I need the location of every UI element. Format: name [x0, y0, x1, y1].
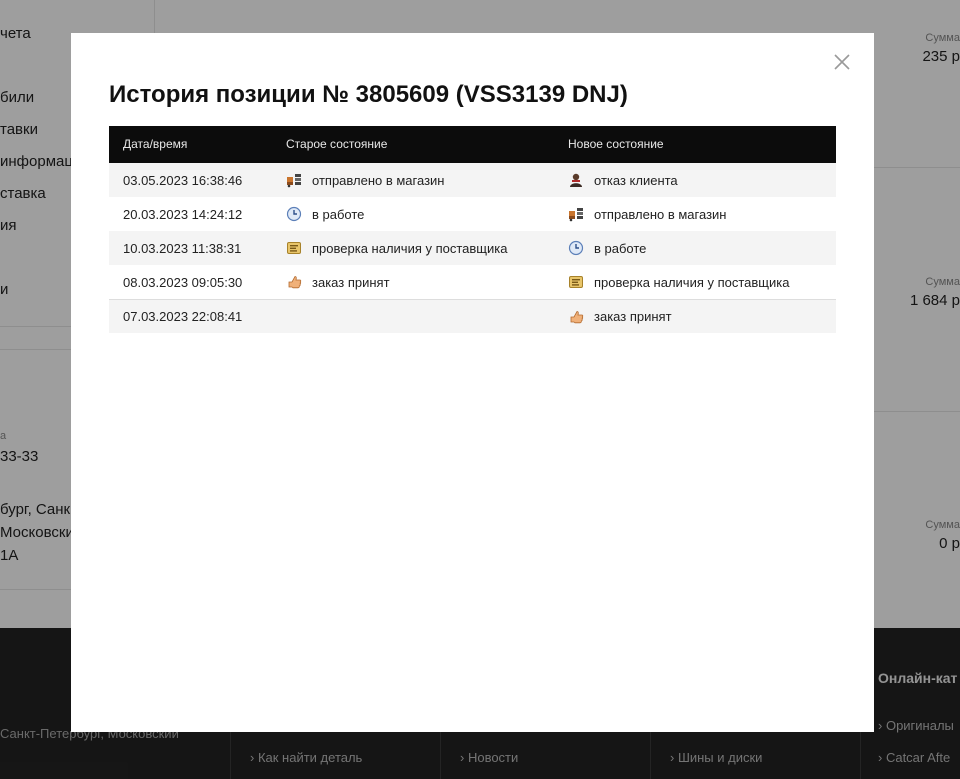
shipped-icon: [286, 172, 302, 188]
supplier-check-icon: [286, 240, 302, 256]
order-accepted-icon: [568, 309, 584, 325]
state-label: заказ принят: [312, 274, 390, 290]
table-header: Дата/время Старое состояние Новое состоя…: [109, 126, 836, 163]
datetime-cell: 10.03.2023 11:38:31: [123, 240, 242, 256]
new-state-cell: заказ принят: [568, 300, 672, 333]
modal-title: История позиции № 3805609 (VSS3139 DNJ): [109, 81, 628, 108]
close-button[interactable]: [831, 51, 853, 73]
clock-icon: [568, 240, 584, 256]
new-state-cell: отказ клиента: [568, 163, 678, 197]
table-row: 07.03.2023 22:08:41 заказ принят: [109, 299, 836, 333]
column-header-datetime: Дата/время: [123, 137, 188, 151]
shipped-icon: [568, 206, 584, 222]
column-header-old-state: Старое состояние: [286, 137, 388, 151]
table-row: 20.03.2023 14:24:12 в работе отправлено …: [109, 197, 836, 231]
old-state-cell: в работе: [286, 197, 364, 231]
state-label: проверка наличия у поставщика: [594, 274, 790, 290]
state-label: в работе: [312, 206, 365, 222]
datetime-cell: 07.03.2023 22:08:41: [123, 309, 243, 324]
new-state-cell: проверка наличия у поставщика: [568, 265, 789, 299]
supplier-check-icon: [568, 274, 584, 290]
old-state-cell: заказ принят: [286, 265, 390, 299]
new-state-cell: в работе: [568, 231, 646, 265]
old-state-cell: проверка наличия у поставщика: [286, 231, 507, 265]
history-modal: История позиции № 3805609 (VSS3139 DNJ) …: [71, 33, 874, 732]
column-header-new-state: Новое состояние: [568, 137, 664, 151]
close-icon: [834, 54, 850, 70]
new-state-cell: отправлено в магазин: [568, 197, 726, 231]
clock-icon: [286, 206, 302, 222]
order-accepted-icon: [286, 274, 302, 290]
state-label: отправлено в магазин: [594, 206, 727, 222]
datetime-cell: 03.05.2023 16:38:46: [123, 172, 243, 188]
client-refusal-icon: [568, 172, 584, 188]
history-table: Дата/время Старое состояние Новое состоя…: [109, 126, 836, 333]
state-label: отправлено в магазин: [312, 172, 445, 188]
state-label: отказ клиента: [594, 172, 678, 188]
old-state-cell: отправлено в магазин: [286, 163, 444, 197]
datetime-cell: 20.03.2023 14:24:12: [123, 206, 243, 222]
datetime-cell: 08.03.2023 09:05:30: [123, 274, 243, 290]
table-row: 10.03.2023 11:38:31 проверка наличия у п…: [109, 231, 836, 265]
state-label: заказ принят: [594, 309, 672, 324]
table-row: 03.05.2023 16:38:46 отправлено в магазин…: [109, 163, 836, 197]
table-row: 08.03.2023 09:05:30 заказ принят проверк…: [109, 265, 836, 299]
state-label: в работе: [594, 240, 647, 256]
state-label: проверка наличия у поставщика: [312, 240, 508, 256]
